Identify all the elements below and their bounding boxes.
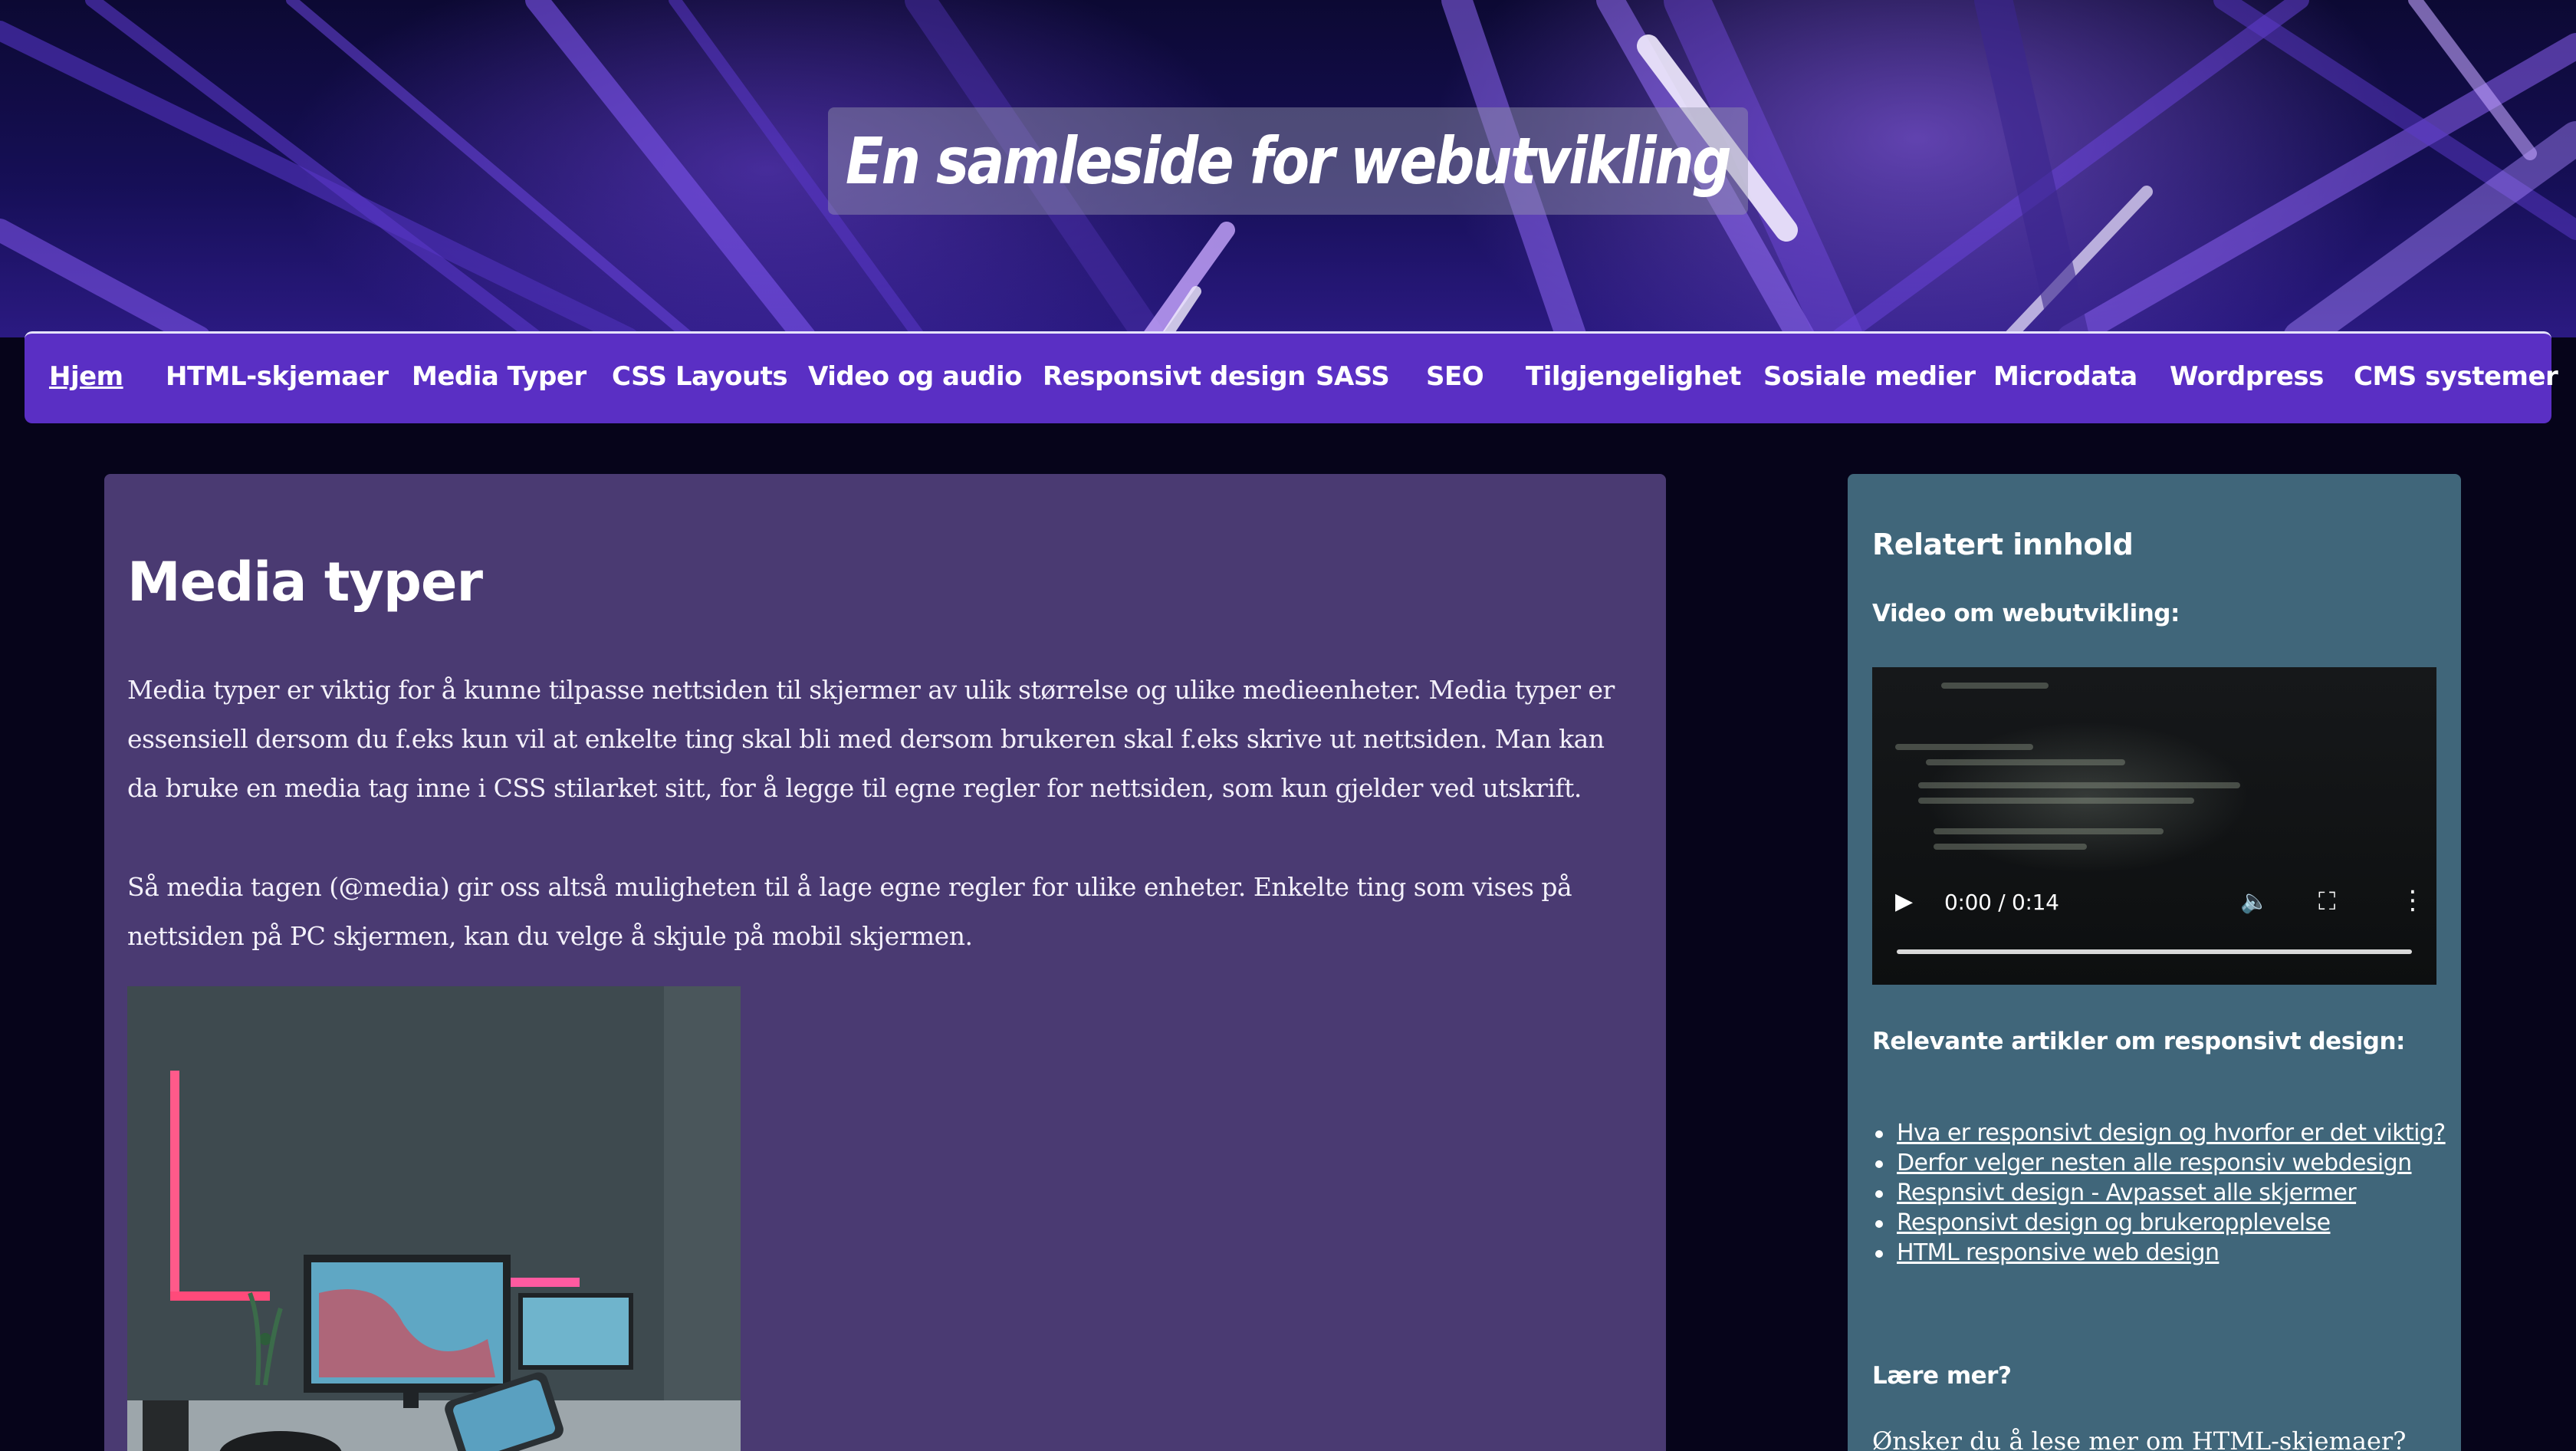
learn-more-text: Ønsker du å lese mer om HTML-skjemaer? bbox=[1872, 1426, 2407, 1451]
paragraph-intro: Media typer er viktig for å kunne tilpas… bbox=[127, 675, 1615, 803]
video-player[interactable]: ▶ 0:00 / 0:14 🔈 ⛶ ⋮ bbox=[1872, 667, 2436, 985]
main-navigation: Hjem HTML-skjemaer Media Typer CSS Layou… bbox=[25, 331, 2558, 423]
nav-item-wordpress[interactable]: Wordpress bbox=[2170, 361, 2324, 392]
sidebar-heading: Relatert innhold bbox=[1872, 528, 2134, 561]
article-link[interactable]: Responsivt design og brukeropplevelse bbox=[1897, 1209, 2331, 1236]
list-item: Hva er responsivt design og hvorfor er d… bbox=[1875, 1118, 2456, 1148]
site-title: En samleside for webutvikling bbox=[846, 123, 1732, 199]
site-title-box: En samleside for webutvikling bbox=[828, 107, 1748, 215]
video-frame-line bbox=[1918, 782, 2240, 788]
nav-item-seo[interactable]: SEO bbox=[1426, 361, 1484, 392]
nav-item-video-og-audio[interactable]: Video og audio bbox=[808, 361, 1023, 392]
articles-heading: Relevante artikler om responsivt design: bbox=[1872, 1028, 2405, 1055]
nav-item-responsivt-design[interactable]: Responsivt design bbox=[1043, 361, 1306, 392]
more-options-icon[interactable]: ⋮ bbox=[2400, 885, 2426, 916]
page-title: Media typer bbox=[127, 551, 483, 614]
video-heading: Video om webutvikling: bbox=[1872, 600, 2180, 627]
related-content-sidebar: Relatert innhold Video om webutvikling: … bbox=[1848, 474, 2461, 1451]
articles-list: Hva er responsivt design og hvorfor er d… bbox=[1872, 1118, 2456, 1268]
video-frame-line bbox=[1934, 828, 2164, 834]
article-link[interactable]: HTML responsive web design bbox=[1897, 1239, 2220, 1266]
nav-item-microdata[interactable]: Microdata bbox=[1993, 361, 2137, 392]
video-frame-line bbox=[1918, 798, 2194, 804]
list-item: Respnsivt design - Avpasset alle skjerme… bbox=[1875, 1178, 2456, 1208]
fullscreen-icon[interactable]: ⛶ bbox=[2318, 887, 2335, 916]
nav-item-css-layouts[interactable]: CSS Layouts bbox=[612, 361, 788, 392]
video-frame-line bbox=[1895, 744, 2033, 750]
nav-item-sosiale-medier[interactable]: Sosiale medier bbox=[1763, 361, 1976, 392]
nav-item-html-skjemaer[interactable]: HTML-skjemaer bbox=[166, 361, 389, 392]
learn-more-heading: Lære mer? bbox=[1872, 1362, 2012, 1390]
list-item: Responsivt design og brukeropplevelse bbox=[1875, 1208, 2456, 1238]
main-content: Media typer Media typer er viktig for å … bbox=[104, 474, 1666, 1451]
list-item: HTML responsive web design bbox=[1875, 1238, 2456, 1268]
article-link[interactable]: Derfor velger nesten alle responsiv webd… bbox=[1897, 1150, 2412, 1176]
nav-item-cms-systemer[interactable]: CMS systemer bbox=[2354, 361, 2558, 392]
paragraph-media-tag: Så media tagen (@media) gir oss altså mu… bbox=[127, 872, 1572, 951]
play-icon[interactable]: ▶ bbox=[1895, 888, 1913, 915]
hero-banner: En samleside for webutvikling bbox=[0, 0, 2576, 337]
nav-item-media-typer[interactable]: Media Typer bbox=[412, 361, 586, 392]
nav-item-sass[interactable]: SASS bbox=[1316, 361, 1390, 392]
volume-icon[interactable]: 🔈 bbox=[2240, 888, 2269, 915]
video-progress-bar[interactable] bbox=[1897, 949, 2412, 954]
page: En samleside for webutvikling Hjem HTML-… bbox=[0, 0, 2576, 1451]
list-item: Derfor velger nesten alle responsiv webd… bbox=[1875, 1148, 2456, 1178]
video-frame-line bbox=[1926, 759, 2125, 765]
video-frame-line bbox=[1934, 844, 2087, 850]
nav-item-tilgjengelighet[interactable]: Tilgjengelighet bbox=[1526, 361, 1741, 392]
desk-setup-image bbox=[127, 986, 741, 1451]
nav-item-hjem[interactable]: Hjem bbox=[49, 361, 123, 392]
article-link[interactable]: Hva er responsivt design og hvorfor er d… bbox=[1897, 1120, 2446, 1147]
video-frame-line bbox=[1941, 683, 2049, 689]
video-time: 0:00 / 0:14 bbox=[1944, 890, 2059, 915]
article-link[interactable]: Respnsivt design - Avpasset alle skjerme… bbox=[1897, 1180, 2357, 1206]
